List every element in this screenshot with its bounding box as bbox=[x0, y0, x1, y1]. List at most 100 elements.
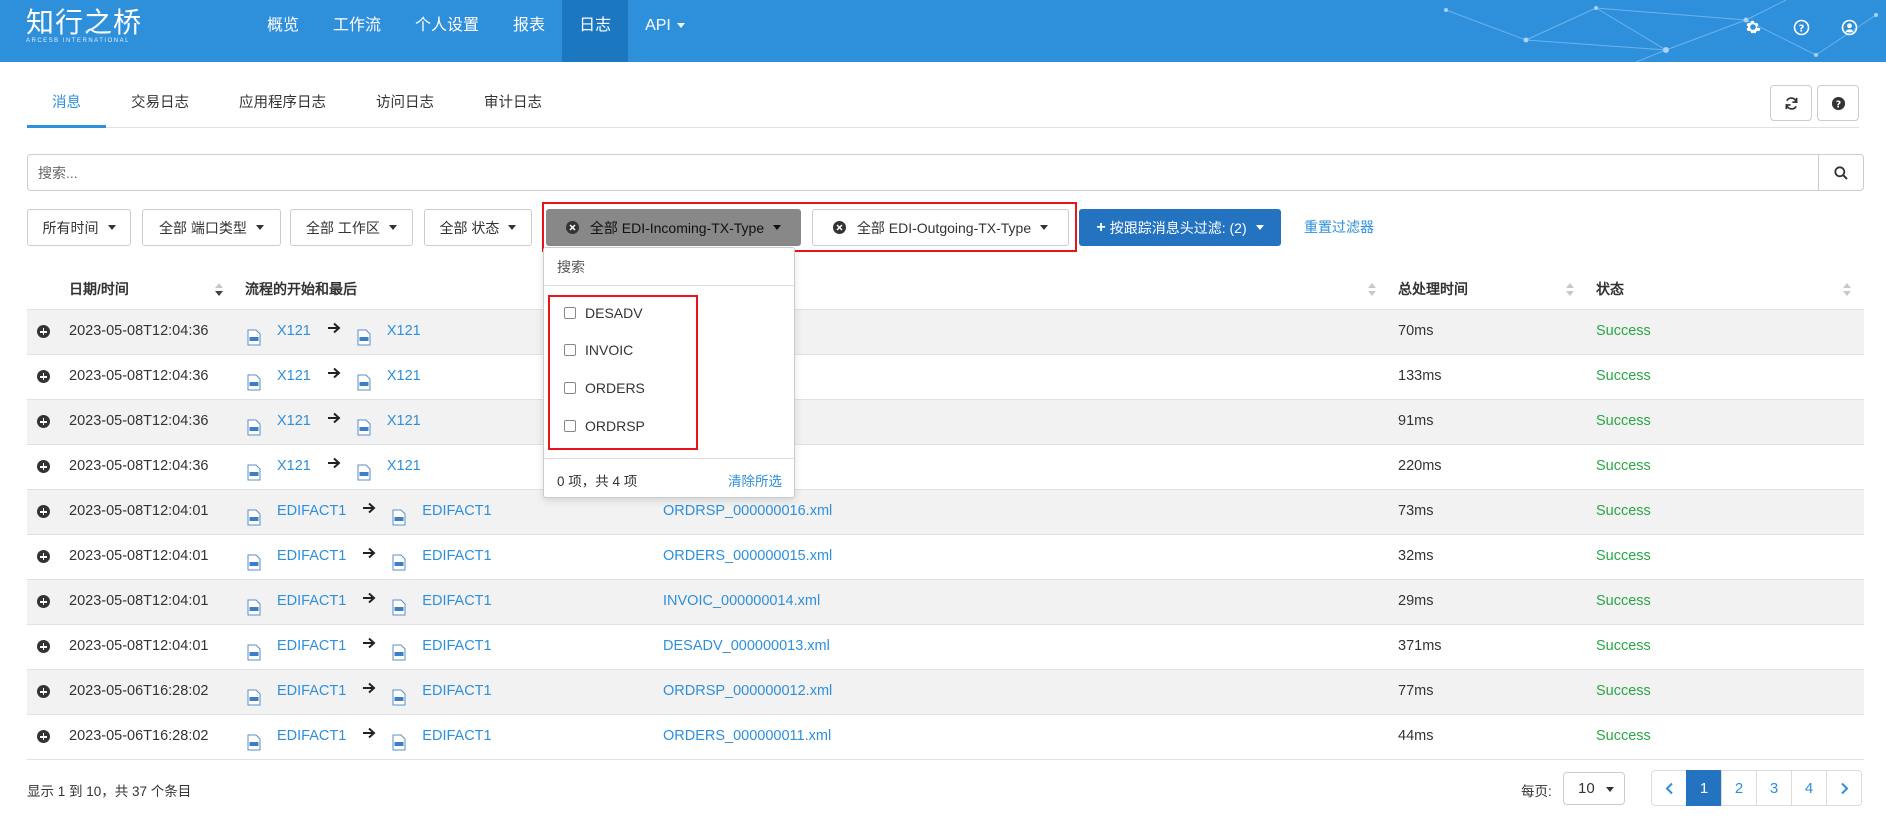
flow-end-link[interactable]: EDIFACT1 bbox=[422, 503, 491, 519]
flow-end-link[interactable]: X121 bbox=[387, 458, 421, 474]
clear-circle-icon[interactable] bbox=[832, 221, 846, 234]
table-row[interactable]: 2023-05-06T16:28:02 EDIFACT1 EDIFACT1 ORD… bbox=[27, 715, 1864, 760]
col-status[interactable]: 状态 bbox=[1596, 272, 1624, 310]
refresh-button[interactable] bbox=[1770, 85, 1812, 121]
option-ordrsp[interactable]: ORDRSP bbox=[564, 415, 645, 437]
checkbox[interactable] bbox=[564, 307, 576, 319]
table-row[interactable]: 2023-05-08T12:04:01 EDIFACT1 EDIFACT1 INV… bbox=[27, 580, 1864, 625]
nav-item-overview[interactable]: 概览 bbox=[250, 0, 316, 62]
flow-start-link[interactable]: EDIFACT1 bbox=[277, 683, 346, 699]
help-button[interactable]: ? bbox=[1817, 85, 1859, 121]
help-icon[interactable]: ? bbox=[1788, 16, 1814, 38]
sort-icon[interactable] bbox=[1368, 281, 1376, 299]
sort-icon[interactable] bbox=[1843, 281, 1851, 299]
flow-end-link[interactable]: X121 bbox=[387, 323, 421, 339]
expand-icon[interactable] bbox=[37, 595, 50, 608]
flow-start-link[interactable]: X121 bbox=[277, 458, 311, 474]
sort-icon[interactable] bbox=[215, 281, 223, 299]
flow-end-link[interactable]: X121 bbox=[387, 368, 421, 384]
option-orders[interactable]: ORDERS bbox=[564, 377, 645, 399]
file-link[interactable]: DESADV_000000013.xml bbox=[663, 625, 830, 670]
file-link[interactable]: INVOIC_000000014.xml bbox=[663, 580, 820, 625]
per-page-select[interactable]: 10 bbox=[1563, 772, 1625, 805]
checkbox[interactable] bbox=[564, 382, 576, 394]
time-filter[interactable]: 所有时间 bbox=[27, 209, 131, 246]
outgoing-tx-type-filter[interactable]: 全部 EDI-Outgoing-TX-Type bbox=[812, 209, 1069, 246]
nav-item-api[interactable]: API bbox=[628, 0, 702, 62]
expand-icon[interactable] bbox=[37, 370, 50, 383]
prev-page-button[interactable] bbox=[1651, 770, 1687, 806]
flow-start-link[interactable]: EDIFACT1 bbox=[277, 593, 346, 609]
dropdown-search-input[interactable] bbox=[544, 248, 794, 286]
col-total-time[interactable]: 总处理时间 bbox=[1398, 272, 1468, 310]
tab-audit-log[interactable]: 审计日志 bbox=[459, 83, 567, 128]
expand-icon[interactable] bbox=[37, 685, 50, 698]
file-link[interactable]: ORDERS_000000015.xml bbox=[663, 535, 832, 580]
expand-icon[interactable] bbox=[37, 730, 50, 743]
col-flow[interactable]: 流程的开始和最后 bbox=[245, 272, 357, 310]
flow-start-link[interactable]: X121 bbox=[277, 413, 311, 429]
workspace-filter[interactable]: 全部 工作区 bbox=[290, 209, 413, 246]
option-invoic[interactable]: INVOIC bbox=[564, 339, 633, 361]
flow-start-link[interactable]: EDIFACT1 bbox=[277, 548, 346, 564]
table-row[interactable]: 2023-05-08T12:04:36 X121X121 l 70ms Succ… bbox=[27, 310, 1864, 355]
file-link[interactable]: ORDRSP_000000012.xml bbox=[663, 670, 832, 715]
flow-start-link[interactable]: X121 bbox=[277, 323, 311, 339]
expand-icon[interactable] bbox=[37, 505, 50, 518]
flow-start-link[interactable]: X121 bbox=[277, 368, 311, 384]
nav-item-logs[interactable]: 日志 bbox=[562, 0, 629, 62]
search-input[interactable] bbox=[27, 154, 1819, 191]
tab-application-log[interactable]: 应用程序日志 bbox=[214, 83, 351, 128]
flow-end-link[interactable]: EDIFACT1 bbox=[422, 683, 491, 699]
flow-start-link[interactable]: EDIFACT1 bbox=[277, 728, 346, 744]
gear-icon[interactable] bbox=[1740, 16, 1766, 38]
checkbox[interactable] bbox=[564, 420, 576, 432]
expand-icon[interactable] bbox=[37, 415, 50, 428]
checkbox[interactable] bbox=[564, 344, 576, 356]
flow-end-link[interactable]: X121 bbox=[387, 413, 421, 429]
reset-filters-link[interactable]: 重置过滤器 bbox=[1304, 217, 1374, 237]
tab-messages[interactable]: 消息 bbox=[27, 83, 106, 128]
expand-icon[interactable] bbox=[37, 460, 50, 473]
brand-logo[interactable]: 知行之桥 ARCESB INTERNATIONAL bbox=[26, 6, 142, 44]
nav-item-reports[interactable]: 报表 bbox=[496, 0, 562, 62]
page-button-4[interactable]: 4 bbox=[1791, 770, 1827, 806]
clear-selection-link[interactable]: 清除所选 bbox=[728, 470, 782, 490]
flow-end-link[interactable]: EDIFACT1 bbox=[422, 638, 491, 654]
flow-end-link[interactable]: EDIFACT1 bbox=[422, 548, 491, 564]
page-button-1[interactable]: 1 bbox=[1686, 770, 1722, 806]
status-filter[interactable]: 全部 状态 bbox=[424, 209, 532, 246]
tab-access-log[interactable]: 访问日志 bbox=[351, 83, 459, 128]
page-button-2[interactable]: 2 bbox=[1721, 770, 1757, 806]
table-row[interactable]: 2023-05-06T16:28:02 EDIFACT1 EDIFACT1 ORD… bbox=[27, 670, 1864, 715]
expand-icon[interactable] bbox=[37, 640, 50, 653]
table-row[interactable]: 2023-05-08T12:04:01 EDIFACT1 EDIFACT1 ORD… bbox=[27, 490, 1864, 535]
clear-circle-icon[interactable] bbox=[565, 221, 579, 234]
user-icon[interactable] bbox=[1836, 16, 1862, 38]
expand-icon[interactable] bbox=[37, 325, 50, 338]
incoming-tx-type-filter[interactable]: 全部 EDI-Incoming-TX-Type bbox=[546, 209, 801, 246]
table-row[interactable]: 2023-05-08T12:04:36 X121X121 l 220ms Suc… bbox=[27, 445, 1864, 490]
table-row[interactable]: 2023-05-08T12:04:01 EDIFACT1 EDIFACT1 ORD… bbox=[27, 535, 1864, 580]
flow-start-link[interactable]: EDIFACT1 bbox=[277, 638, 346, 654]
search-button[interactable] bbox=[1818, 154, 1864, 191]
page-button-3[interactable]: 3 bbox=[1756, 770, 1792, 806]
tab-transaction-log[interactable]: 交易日志 bbox=[106, 83, 214, 128]
pagination-info: 显示 1 到 10，共 37 个条目 bbox=[27, 784, 192, 799]
table-row[interactable]: 2023-05-08T12:04:36 X121X121 l 133ms Suc… bbox=[27, 355, 1864, 400]
nav-item-workflow[interactable]: 工作流 bbox=[316, 0, 398, 62]
nav-item-profile[interactable]: 个人设置 bbox=[398, 0, 496, 62]
file-link[interactable]: ORDERS_000000011.xml bbox=[663, 715, 831, 760]
table-row[interactable]: 2023-05-08T12:04:36 X121X121 l 91ms Succ… bbox=[27, 400, 1864, 445]
sort-icon[interactable] bbox=[1566, 281, 1574, 299]
option-desadv[interactable]: DESADV bbox=[564, 302, 643, 324]
table-row[interactable]: 2023-05-08T12:04:01 EDIFACT1 EDIFACT1 DES… bbox=[27, 625, 1864, 670]
col-datetime[interactable]: 日期/时间 bbox=[69, 272, 129, 310]
port-type-filter[interactable]: 全部 端口类型 bbox=[142, 209, 281, 246]
flow-start-link[interactable]: EDIFACT1 bbox=[277, 503, 346, 519]
next-page-button[interactable] bbox=[1826, 770, 1862, 806]
flow-end-link[interactable]: EDIFACT1 bbox=[422, 593, 491, 609]
header-filter-button[interactable]: + 按跟踪消息头过滤: (2) bbox=[1079, 209, 1281, 246]
expand-icon[interactable] bbox=[37, 550, 50, 563]
flow-end-link[interactable]: EDIFACT1 bbox=[422, 728, 491, 744]
